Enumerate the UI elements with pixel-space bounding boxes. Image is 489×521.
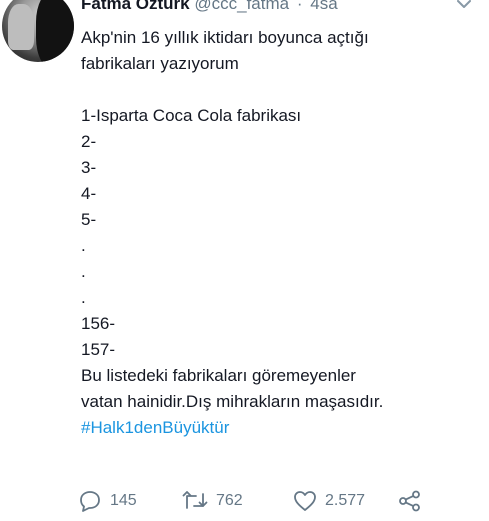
tweet-line: Akp'nin 16 yıllık iktidarı boyunca açtığ…	[81, 28, 369, 47]
reply-count: 145	[110, 492, 137, 509]
tweet-line: 2-	[81, 132, 97, 151]
tweet-line: 5-	[81, 210, 97, 229]
chevron-down-icon[interactable]	[457, 0, 471, 18]
author-handle[interactable]: @ccc_fatma	[194, 0, 289, 13]
avatar-hand	[8, 4, 34, 50]
heart-icon	[293, 490, 317, 512]
retweet-button[interactable]: 762	[182, 488, 243, 514]
tweet[interactable]: Fatma Öztürk @ccc_fatma · 4sa Akp'nin 16…	[0, 0, 489, 521]
like-button[interactable]: 2.577	[293, 488, 365, 514]
tweet-line: 1-Isparta Coca Cola fabrikası	[81, 106, 302, 125]
tweet-line: .	[81, 236, 86, 255]
tweet-time[interactable]: 4sa	[310, 0, 337, 13]
tweet-line: vatan hainidir.Dış mihrakların maşasıdır…	[81, 392, 384, 411]
share-icon	[398, 490, 422, 512]
retweet-count: 762	[216, 492, 243, 509]
tweet-line: 4-	[81, 184, 97, 203]
tweet-actions: 145 762 2.577	[78, 488, 478, 514]
tweet-line: Bu listedeki fabrikaları göremeyenler	[81, 366, 356, 385]
tweet-line: 3-	[81, 158, 97, 177]
author-name[interactable]: Fatma Öztürk	[81, 0, 190, 13]
reply-button[interactable]: 145	[78, 488, 137, 514]
avatar-hair	[36, 0, 74, 62]
tweet-line: fabrikaları yazıyorum	[81, 54, 239, 73]
tweet-line: 157-	[81, 340, 116, 359]
tweet-line: .	[81, 262, 86, 281]
avatar[interactable]	[2, 0, 74, 62]
tweet-header: Fatma Öztürk @ccc_fatma · 4sa	[81, 0, 489, 17]
tweet-line: .	[81, 288, 86, 307]
reply-icon	[78, 490, 102, 512]
tweet-text: Akp'nin 16 yıllık iktidarı boyunca açtığ…	[81, 25, 481, 441]
retweet-icon	[182, 491, 208, 511]
share-button[interactable]	[398, 488, 422, 514]
tweet-line	[81, 77, 481, 103]
like-count: 2.577	[325, 492, 366, 509]
hashtag-link[interactable]: #Halk1denBüyüktür	[81, 418, 229, 437]
header-separator: ·	[296, 0, 303, 13]
tweet-line: 156-	[81, 314, 116, 333]
